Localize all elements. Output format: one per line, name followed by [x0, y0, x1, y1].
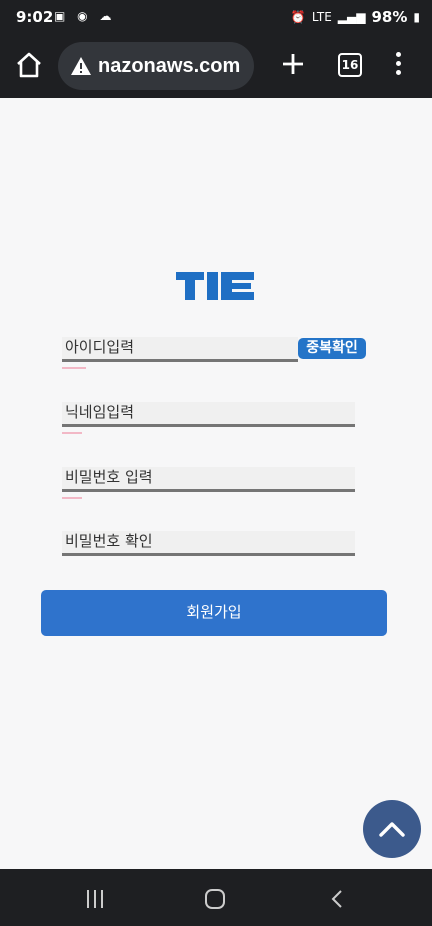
nav-home-icon[interactable]	[205, 889, 225, 909]
signup-button[interactable]: 회원가입	[41, 590, 387, 636]
password-confirm-placeholder: 비밀번호 확인	[65, 532, 153, 550]
nickname-placeholder: 닉네임입력	[65, 403, 135, 421]
battery-level: 98%	[371, 8, 408, 26]
tabs-icon[interactable]: 16	[338, 53, 362, 77]
password-placeholder: 비밀번호 입력	[65, 468, 153, 486]
chevron-up-icon	[379, 822, 405, 837]
nickname-input[interactable]: 닉네임입력	[62, 402, 355, 427]
signal-icon: ▂▄▆	[337, 10, 366, 24]
menu-icon[interactable]	[392, 52, 404, 78]
nickname-hint-mark	[62, 432, 82, 434]
url-bar[interactable]: nazonaws.com	[58, 42, 254, 90]
tie-logo	[176, 272, 254, 300]
plus-icon[interactable]	[279, 50, 307, 78]
alarm-icon: ⏰	[290, 10, 306, 24]
password-confirm-input[interactable]: 비밀번호 확인	[62, 531, 355, 556]
home-icon[interactable]	[14, 50, 44, 80]
warning-icon[interactable]	[70, 56, 92, 76]
id-hint-mark	[62, 367, 86, 369]
password-hint-mark	[62, 497, 82, 499]
url-text[interactable]: nazonaws.com	[98, 55, 240, 78]
duplicate-check-button[interactable]: 중복확인	[298, 338, 366, 359]
password-input[interactable]: 비밀번호 입력	[62, 467, 355, 492]
scroll-top-button[interactable]	[363, 800, 421, 858]
back-icon[interactable]	[330, 889, 344, 909]
status-time: 9:02	[16, 8, 54, 26]
recent-apps-icon[interactable]	[85, 890, 105, 908]
browser-toolbar: nazonaws.com 16	[0, 36, 432, 98]
battery-icon: ▮	[413, 10, 420, 24]
status-right-icons: ⏰ LTE ▂▄▆ 98% ▮	[291, 8, 420, 26]
status-bar: 9:02 ▣ ◉ ☁ ⏰ LTE ▂▄▆ 98% ▮	[0, 0, 432, 36]
notification-icons: ▣ ◉ ☁	[54, 9, 116, 23]
id-input[interactable]: 아이디입력	[62, 337, 298, 362]
id-placeholder: 아이디입력	[65, 338, 135, 356]
network-label: LTE	[311, 10, 332, 24]
